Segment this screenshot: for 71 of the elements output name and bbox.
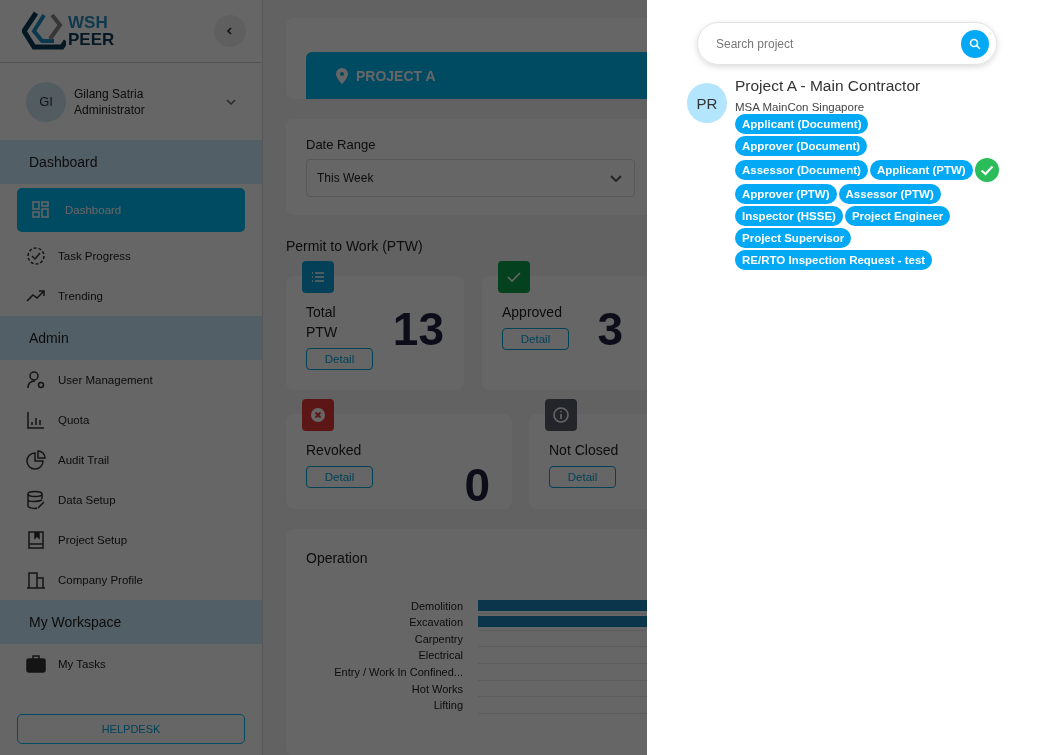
nav-item[interactable]: Task Progress [0, 236, 262, 276]
search-icon[interactable] [961, 29, 989, 58]
role-chip[interactable]: Approver (Document) [735, 136, 868, 156]
role-chip[interactable]: Assessor (Document) [735, 160, 868, 180]
role-chip[interactable]: Assessor (PTW) [838, 184, 941, 204]
logo-mark-icon [22, 11, 66, 51]
detail-button[interactable]: Detail [549, 466, 616, 489]
category-label: Carpentry [413, 632, 464, 645]
dashed-circle-check-icon [26, 246, 46, 266]
stat-label: Revoked [306, 441, 363, 461]
nav-item[interactable]: Quota [0, 400, 262, 440]
project-title: PROJECT A [356, 67, 436, 84]
nav-item[interactable]: Project Setup [0, 520, 262, 560]
date-range-select[interactable]: This Week [306, 159, 635, 198]
stat-label: Not Closed [549, 441, 619, 461]
section-header: My Workspace [0, 600, 262, 644]
role-chip[interactable]: Approver (PTW) [735, 184, 837, 204]
card-title: Operation [306, 550, 368, 567]
database-edit-icon [26, 490, 46, 510]
nav-item[interactable]: Audit Trail [0, 440, 262, 480]
stat-value: 13 [392, 302, 444, 358]
nav-item[interactable]: Data Setup [0, 480, 262, 520]
project-name[interactable]: Project A - Main Contractor [735, 77, 999, 95]
user-role: Administrator [74, 101, 146, 118]
role-chip[interactable]: Inspector (HSSE) [735, 206, 843, 226]
section-header: Admin [0, 316, 262, 360]
chevron-down-icon [226, 98, 236, 105]
helpdesk-button[interactable]: HELPDESK [17, 714, 245, 744]
search-input[interactable]: Search project [714, 35, 961, 52]
section-header: Dashboard [0, 140, 262, 184]
section-title: Permit to Work (PTW) [286, 238, 423, 255]
category-label: Electrical [417, 649, 464, 662]
role-chip[interactable]: Applicant (PTW) [869, 160, 973, 180]
company-name: MSA MainCon Singapore [735, 101, 866, 113]
user-menu[interactable]: GI Gilang Satria Administrator [0, 63, 262, 140]
detail-button[interactable]: Detail [306, 466, 373, 489]
nav-item[interactable]: Company Profile [0, 560, 262, 600]
category-label: Demolition [410, 599, 464, 612]
detail-button[interactable]: Detail [306, 348, 373, 371]
location-pin-icon [336, 67, 348, 84]
pie-chart-icon [26, 450, 46, 470]
nav-item[interactable]: Dashboard [17, 188, 245, 232]
briefcase-icon [26, 654, 46, 674]
chevron-left-icon [226, 27, 234, 35]
chevron-down-icon [610, 174, 622, 182]
bar-chart-icon [26, 410, 46, 430]
role-chip[interactable]: Applicant (Document) [735, 114, 869, 134]
stat-value: 3 [597, 302, 623, 358]
detail-button[interactable]: Detail [502, 328, 569, 351]
role-chip[interactable]: Project Engineer [844, 206, 951, 226]
field-label: Date Range [306, 137, 376, 153]
project-avatar: PR [687, 83, 727, 123]
nav-item[interactable]: User Management [0, 360, 262, 400]
nav-item[interactable]: Trending [0, 276, 262, 316]
stat-value: 0 [464, 458, 490, 510]
stat-label: Total PTW [306, 303, 339, 343]
building-icon [26, 570, 46, 590]
category-label: Entry / Work In Confined... [333, 666, 464, 679]
book-icon [26, 530, 46, 550]
grid-icon [31, 200, 51, 220]
category-label: Excavation [408, 616, 464, 629]
category-label: Lifting [432, 699, 464, 712]
user-name: Gilang Satria [74, 85, 145, 102]
logo-text: WSH [68, 14, 109, 31]
role-chip[interactable]: Project Supervisor [735, 228, 852, 248]
logo-text: PEER [68, 31, 115, 48]
role-chip[interactable]: RE/RTO Inspection Request - test [735, 250, 933, 270]
user-avatar: GI [26, 81, 66, 122]
category-label: Hot Works [410, 682, 464, 695]
stat-label: Approved [502, 303, 563, 323]
nav-item[interactable]: My Tasks [0, 644, 262, 684]
